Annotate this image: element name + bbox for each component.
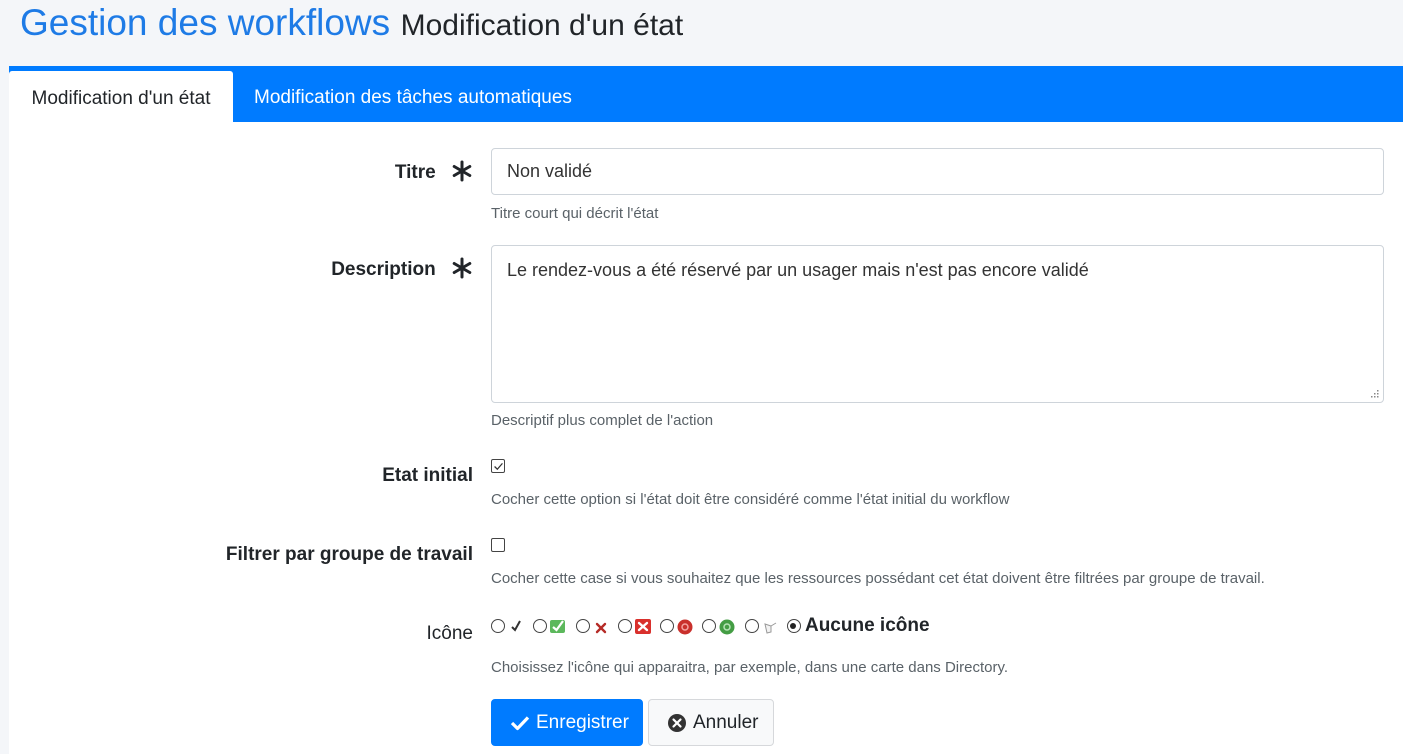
icon-radio-none[interactable]: [786, 619, 801, 633]
no-icon-label: Aucune icône: [804, 615, 930, 636]
description-label-text: Description: [331, 259, 436, 280]
cross-red-icon: [634, 617, 652, 635]
initial-state-help-text: Cocher cette option si l'état doit être …: [491, 491, 1010, 508]
initial-state-label: Etat initial: [382, 465, 473, 486]
checkmark-icon: [493, 462, 503, 470]
red-circle-icon: [676, 617, 694, 635]
filter-workgroup-label: Filtrer par groupe de travail: [225, 544, 473, 565]
icon-field-label: Icône: [426, 623, 473, 644]
cancel-button[interactable]: Annuler: [648, 699, 774, 746]
green-circle-icon: [718, 617, 736, 635]
filter-workgroup-checkbox[interactable]: [491, 538, 505, 552]
description-help-text: Descriptif plus complet de l'action: [491, 412, 714, 429]
save-button[interactable]: Enregistrer: [491, 699, 643, 746]
title-label-text: Titre: [394, 162, 436, 183]
tab-automatic-tasks[interactable]: Modification des tâches automatiques: [254, 66, 572, 122]
title-input[interactable]: [491, 148, 1384, 195]
icon-radio-red-circle[interactable]: [660, 619, 675, 633]
required-asterisk-icon: [452, 257, 472, 279]
tab-bar: Modification d'un état Modification des …: [9, 66, 1403, 122]
icon-radio-cross-red[interactable]: [617, 619, 632, 633]
page-subtitle: Modification d'un état: [400, 9, 684, 42]
check-green-icon: [549, 617, 567, 635]
icon-help-text: Choisissez l'icône qui apparaitra, par e…: [491, 659, 1009, 676]
tab-edit-state[interactable]: Modification d'un état: [9, 71, 233, 122]
cross-small-icon: [592, 617, 610, 635]
icon-radio-green-circle[interactable]: [702, 619, 717, 633]
description-textarea[interactable]: Le rendez-vous a été réservé par un usag…: [491, 245, 1384, 403]
hand-icon: [761, 617, 779, 635]
times-circle-icon: [668, 713, 686, 732]
title-field-label: Titre: [395, 160, 473, 184]
required-asterisk-icon: [452, 160, 472, 182]
title-help-text: Titre court qui décrit l'état: [491, 205, 659, 222]
icon-radio-check-small[interactable]: [491, 619, 505, 633]
icon-radio-group: Aucune icône: [491, 615, 930, 641]
form-card: Modification d'un état Modification des …: [9, 66, 1403, 754]
resize-grip-icon[interactable]: [1370, 389, 1379, 398]
check-small-icon: [507, 617, 525, 635]
icon-radio-check-green[interactable]: [533, 619, 548, 633]
save-button-label: Enregistrer: [536, 711, 629, 733]
page-header: Gestion des workflows Modification d'un …: [20, 2, 683, 50]
page-title: Gestion des workflows: [20, 2, 391, 43]
cancel-button-label: Annuler: [693, 711, 759, 733]
icon-radio-hand[interactable]: [744, 619, 759, 633]
check-icon: [510, 715, 530, 730]
filter-workgroup-help-text: Cocher cette case si vous souhaitez que …: [491, 570, 1265, 587]
description-field-label: Description: [331, 257, 473, 281]
icon-radio-cross-small[interactable]: [575, 619, 590, 633]
description-text: Le rendez-vous a été réservé par un usag…: [507, 260, 1089, 280]
initial-state-checkbox[interactable]: [491, 459, 505, 473]
